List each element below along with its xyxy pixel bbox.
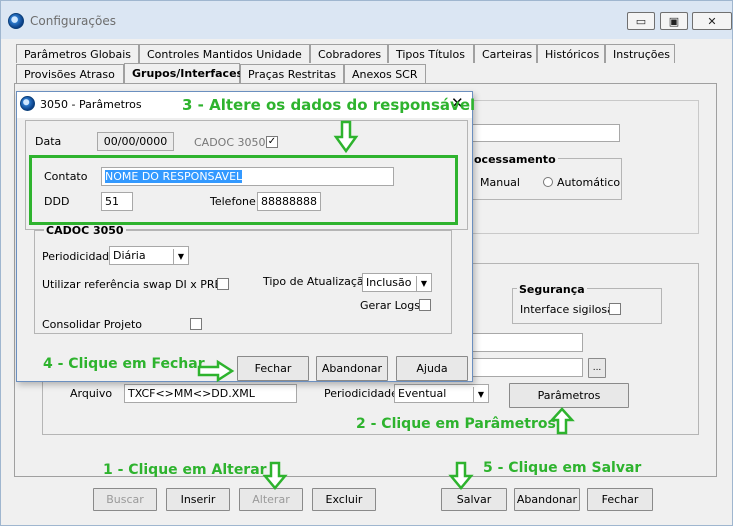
data-label: Data	[35, 135, 62, 148]
dialog-fechar-button[interactable]: Fechar	[237, 356, 309, 381]
chevron-down-icon: ▼	[473, 387, 488, 402]
fechar-button[interactable]: Fechar	[587, 488, 653, 511]
buscar-button[interactable]: Buscar	[93, 488, 157, 511]
step2-annotation: 2 - Clique em Parâmetros	[356, 416, 556, 432]
gerar-logs-checkbox[interactable]	[419, 299, 431, 311]
cadoc-group-title: CADOC 3050	[44, 224, 126, 237]
cadoc-label: CADOC 3050	[194, 136, 266, 149]
interface-sigilosa-checkbox[interactable]	[609, 303, 621, 315]
tab-carteiras[interactable]: Carteiras	[474, 44, 537, 63]
chevron-down-icon: ▼	[173, 249, 188, 264]
tab-historicos[interactable]: Históricos	[537, 44, 605, 63]
parametros-button[interactable]: Parâmetros	[509, 383, 629, 408]
seguranca-title: Segurança	[517, 283, 587, 296]
tab-instrucoes[interactable]: Instruções	[605, 44, 675, 63]
tab-pracas-restritas[interactable]: Praças Restritas	[240, 64, 344, 83]
tipo-atualizacao-value: Inclusão	[366, 276, 412, 289]
arrow-right-icon	[197, 359, 235, 383]
window-title: Configurações	[30, 14, 116, 28]
close-button[interactable]: ✕	[692, 12, 732, 30]
highlight-box	[29, 155, 458, 225]
restore-button[interactable]: ▣	[660, 12, 688, 30]
consolidar-label: Consolidar Projeto	[42, 318, 143, 331]
interface-sigilosa-label: Interface sigilosa	[520, 303, 614, 316]
dlg-periodicidade-label: Periodicidade	[42, 250, 116, 263]
tipo-atualizacao-label: Tipo de Atualização	[263, 275, 371, 288]
step3-annotation: 3 - Altere os dados do responsável	[182, 96, 476, 114]
excluir-button[interactable]: Excluir	[312, 488, 376, 511]
browse-button[interactable]: ...	[588, 358, 606, 378]
periodicidade-combo[interactable]: Eventual ▼	[394, 384, 489, 403]
arrow-down-icon	[333, 120, 359, 154]
alterar-button[interactable]: Alterar	[239, 488, 303, 511]
step4-annotation: 4 - Clique em Fechar	[43, 356, 205, 372]
background-field-1[interactable]	[470, 333, 583, 352]
abandonar-button[interactable]: Abandonar	[514, 488, 580, 511]
dialog-ajuda-button[interactable]: Ajuda	[396, 356, 468, 381]
dialog-abandonar-button[interactable]: Abandonar	[316, 356, 388, 381]
step5-annotation: 5 - Clique em Salvar	[483, 460, 642, 476]
app-icon	[8, 13, 24, 29]
tab-controles-mantidos[interactable]: Controles Mantidos Unidade	[139, 44, 310, 63]
restore-icon: ▣	[668, 14, 680, 28]
dialog-icon	[20, 96, 35, 111]
periodicidade-value: Eventual	[398, 387, 447, 400]
arrow-down-icon	[262, 461, 288, 490]
tab-parametros-globais[interactable]: Parâmetros Globais	[16, 44, 139, 63]
dialog-title: 3050 - Parâmetros	[40, 98, 142, 111]
salvar-button[interactable]: Salvar	[441, 488, 507, 511]
tab-grupos-interfaces[interactable]: Grupos/Interfaces	[124, 63, 243, 83]
gerar-logs-label: Gerar Logs	[360, 299, 420, 312]
tab-provisoes-atraso[interactable]: Provisões Atraso	[16, 64, 124, 83]
arrow-up-icon	[549, 407, 575, 435]
arrow-down-icon	[448, 461, 474, 490]
minimize-icon: ▭	[635, 14, 647, 28]
dlg-periodicidade-value: Diária	[113, 249, 146, 262]
data-field[interactable]: 00/00/0000	[97, 132, 174, 151]
tab-tipos-titulos[interactable]: Tipos Títulos	[388, 44, 474, 63]
background-field-2[interactable]	[470, 358, 583, 377]
close-icon: ✕	[707, 14, 717, 28]
minimize-button[interactable]: ▭	[627, 12, 655, 30]
consolidar-checkbox[interactable]	[190, 318, 202, 330]
dlg-periodicidade-combo[interactable]: Diária ▼	[109, 246, 189, 265]
chevron-down-icon: ▼	[416, 276, 431, 291]
tipo-atualizacao-combo[interactable]: Inclusão ▼	[362, 273, 432, 292]
arquivo-input[interactable]: TXCF<>MM<>DD.XML	[124, 384, 297, 403]
cadoc-checkbox[interactable]: ✓	[266, 136, 278, 148]
inserir-button[interactable]: Inserir	[166, 488, 230, 511]
tab-cobradores[interactable]: Cobradores	[310, 44, 388, 63]
upper-group	[440, 100, 699, 234]
swap-checkbox[interactable]	[217, 278, 229, 290]
step1-annotation: 1 - Clique em Alterar	[103, 462, 267, 478]
swap-label: Utilizar referência swap DI x PRE	[42, 278, 222, 291]
periodicidade-label: Periodicidade	[324, 387, 398, 400]
arquivo-label: Arquivo	[70, 387, 113, 400]
tab-anexos-scr[interactable]: Anexos SCR	[344, 64, 426, 83]
